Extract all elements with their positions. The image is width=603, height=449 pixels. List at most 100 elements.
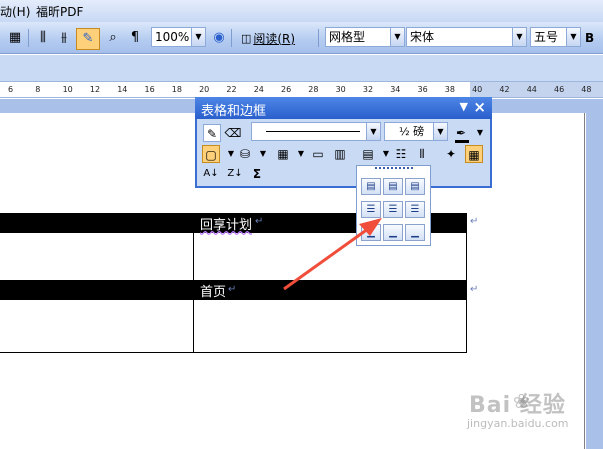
ruler-number: 42 [499,85,510,94]
align-top-right-button[interactable]: ▤ [405,178,425,195]
ruler-number: 36 [417,85,428,94]
chevron-down-icon[interactable]: ▼ [254,145,272,163]
align-middle-right-button[interactable]: ☰ [405,201,425,218]
toolbar-options-icon[interactable]: ▼ [460,100,468,113]
menu-item-help[interactable]: 动(H) [0,3,30,20]
toolbar-title: 表格和边框 [201,104,267,119]
help-icon: ◉ [213,30,225,45]
paint-bucket-icon: ⛁ [239,147,251,161]
line-style-combo[interactable]: ▼ [251,122,381,141]
drawing-button[interactable]: ✎ [76,28,100,50]
chevron-down-icon: ▼ [390,28,404,46]
border-color-swatch [455,140,469,143]
ruler-number: 48 [581,85,592,94]
outside-border-button[interactable]: ▢ [202,145,220,163]
ruler-number: 44 [526,85,537,94]
document-map-button[interactable]: ⌕ [104,28,122,48]
autosum-button[interactable]: Σ [248,165,266,183]
align-top-left-button[interactable]: ▤ [361,178,381,195]
table-icon: ▦ [277,147,289,161]
align-bottom-left-button[interactable]: ▁ [361,224,381,241]
autoformat-icon: ✦ [445,147,457,161]
ruler-number: 32 [362,85,374,94]
bold-icon: B [585,31,595,45]
pen-color-icon: ✒ [455,126,467,140]
line-weight-combo[interactable]: ½ 磅 ▼ [384,122,448,141]
shading-color-button[interactable]: ⛁ [236,145,254,163]
ruler-number: 8 [35,85,41,94]
draw-table-button[interactable]: ✎ [203,124,221,142]
border-icon: ▢ [205,148,217,162]
sort-descending-icon: Z↓ [227,168,243,179]
ruler-number: 18 [171,85,182,94]
pencil-icon: ✎ [206,127,218,141]
style-value: 网格型 [329,30,366,44]
spellcheck-icon: ▦ [8,30,22,45]
sort-ascending-button[interactable]: A↓ [202,165,220,183]
menu-item-foxit-pdf[interactable]: 福昕PDF [36,3,83,20]
font-value: 宋体 [410,30,435,44]
align-middle-center-button[interactable]: ☰ [383,201,403,218]
sort-descending-button[interactable]: Z↓ [226,165,244,183]
baidu-jingyan-watermark: Bai 经验 ❀ jingyan.baidu.com [463,385,603,440]
sigma-icon: Σ [252,167,262,181]
paragraph-mark-icon: ¶ [130,30,140,45]
columns-button[interactable]: ⫼ [34,28,52,48]
merge-cells-button[interactable]: ▭ [309,145,327,163]
align-bottom-center-button[interactable]: ▁ [383,224,403,241]
paragraph-mark-icon: ↵ [255,216,264,227]
toolbar-separator [28,29,29,47]
ruler-numbers: 6 8 10 12 14 16 18 20 22 24 26 28 30 32 34 36 38 40 42 44 46… [0,83,603,97]
eraser-icon: ⌫ [224,126,242,140]
bold-button[interactable]: B [585,28,594,48]
font-combo[interactable]: 宋体 ▼ [406,27,527,47]
zoom-value: 100% [155,30,190,44]
chart-icon: ⫵ [61,30,67,45]
eraser-button[interactable]: ⌫ [224,124,242,142]
style-combo[interactable]: 网格型 ▼ [325,27,405,47]
paw-icon: ❀ [513,389,530,413]
align-button[interactable]: ▤ [359,145,377,163]
chevron-down-icon[interactable]: ▼ [292,145,310,163]
ruler-number: 12 [89,85,101,94]
drag-handle[interactable] [375,167,413,172]
drawing-icon: ✎ [82,31,94,46]
ruler-number: 40 [472,85,483,94]
align-bottom-right-button[interactable]: ▁ [405,224,425,241]
align-top-left-icon: ▤ [362,147,374,161]
chevron-down-icon[interactable]: ▼ [471,124,489,142]
font-size-combo[interactable]: 五号 ▼ [530,27,581,47]
ruler-number: 30 [335,85,346,94]
zoom-combo[interactable]: 100% ▼ [151,27,206,47]
show-hide-button[interactable]: ¶ [126,28,144,48]
sort-ascending-icon: A↓ [203,168,219,179]
chevron-down-icon: ▼ [566,28,580,46]
align-middle-left-button[interactable]: ☰ [361,201,381,218]
font-size-value: 五号 [534,30,559,44]
chevron-down-icon: ▼ [512,28,526,46]
show-gridlines-button[interactable]: ▦ [465,145,483,163]
align-top-center-button[interactable]: ▤ [383,178,403,195]
chevron-down-icon: ▼ [191,28,205,46]
chart-button[interactable]: ⫵ [55,28,73,48]
split-cells-button[interactable]: ▥ [331,145,349,163]
standard-toolbar: ▦ ⫼ ⫵ ✎ ⌕ ¶ 100% ▼ ◉ ◫ 阅读(R) 网格型 ▼ 宋体 ▼ … [0,22,603,54]
toolbar-band [0,55,603,81]
help-button[interactable]: ◉ [210,28,228,48]
close-icon[interactable]: × [473,98,486,116]
spellcheck-button[interactable]: ▦ [6,28,24,48]
table-autoformat-button[interactable]: ✦ [442,145,460,163]
line-weight-value: ½ 磅 [399,125,425,138]
ruler-number: 28 [308,85,319,94]
distribute-rows-button[interactable]: ☷ [392,145,410,163]
split-cells-icon: ▥ [334,147,346,161]
ruler-number: 20 [199,85,210,94]
reading-mode-button[interactable]: ◫ 阅读(R) [237,28,299,48]
ruler-number: 6 [8,85,14,94]
toolbar-separator [318,29,319,47]
toolbar-separator [231,29,232,47]
insert-table-button[interactable]: ▦ [274,145,292,163]
table-cell-text: 首页 [200,285,227,300]
distribute-columns-button[interactable]: ⫴ [413,145,431,163]
toolbar-title-bar[interactable]: 表格和边框 ▼ × [195,97,492,119]
